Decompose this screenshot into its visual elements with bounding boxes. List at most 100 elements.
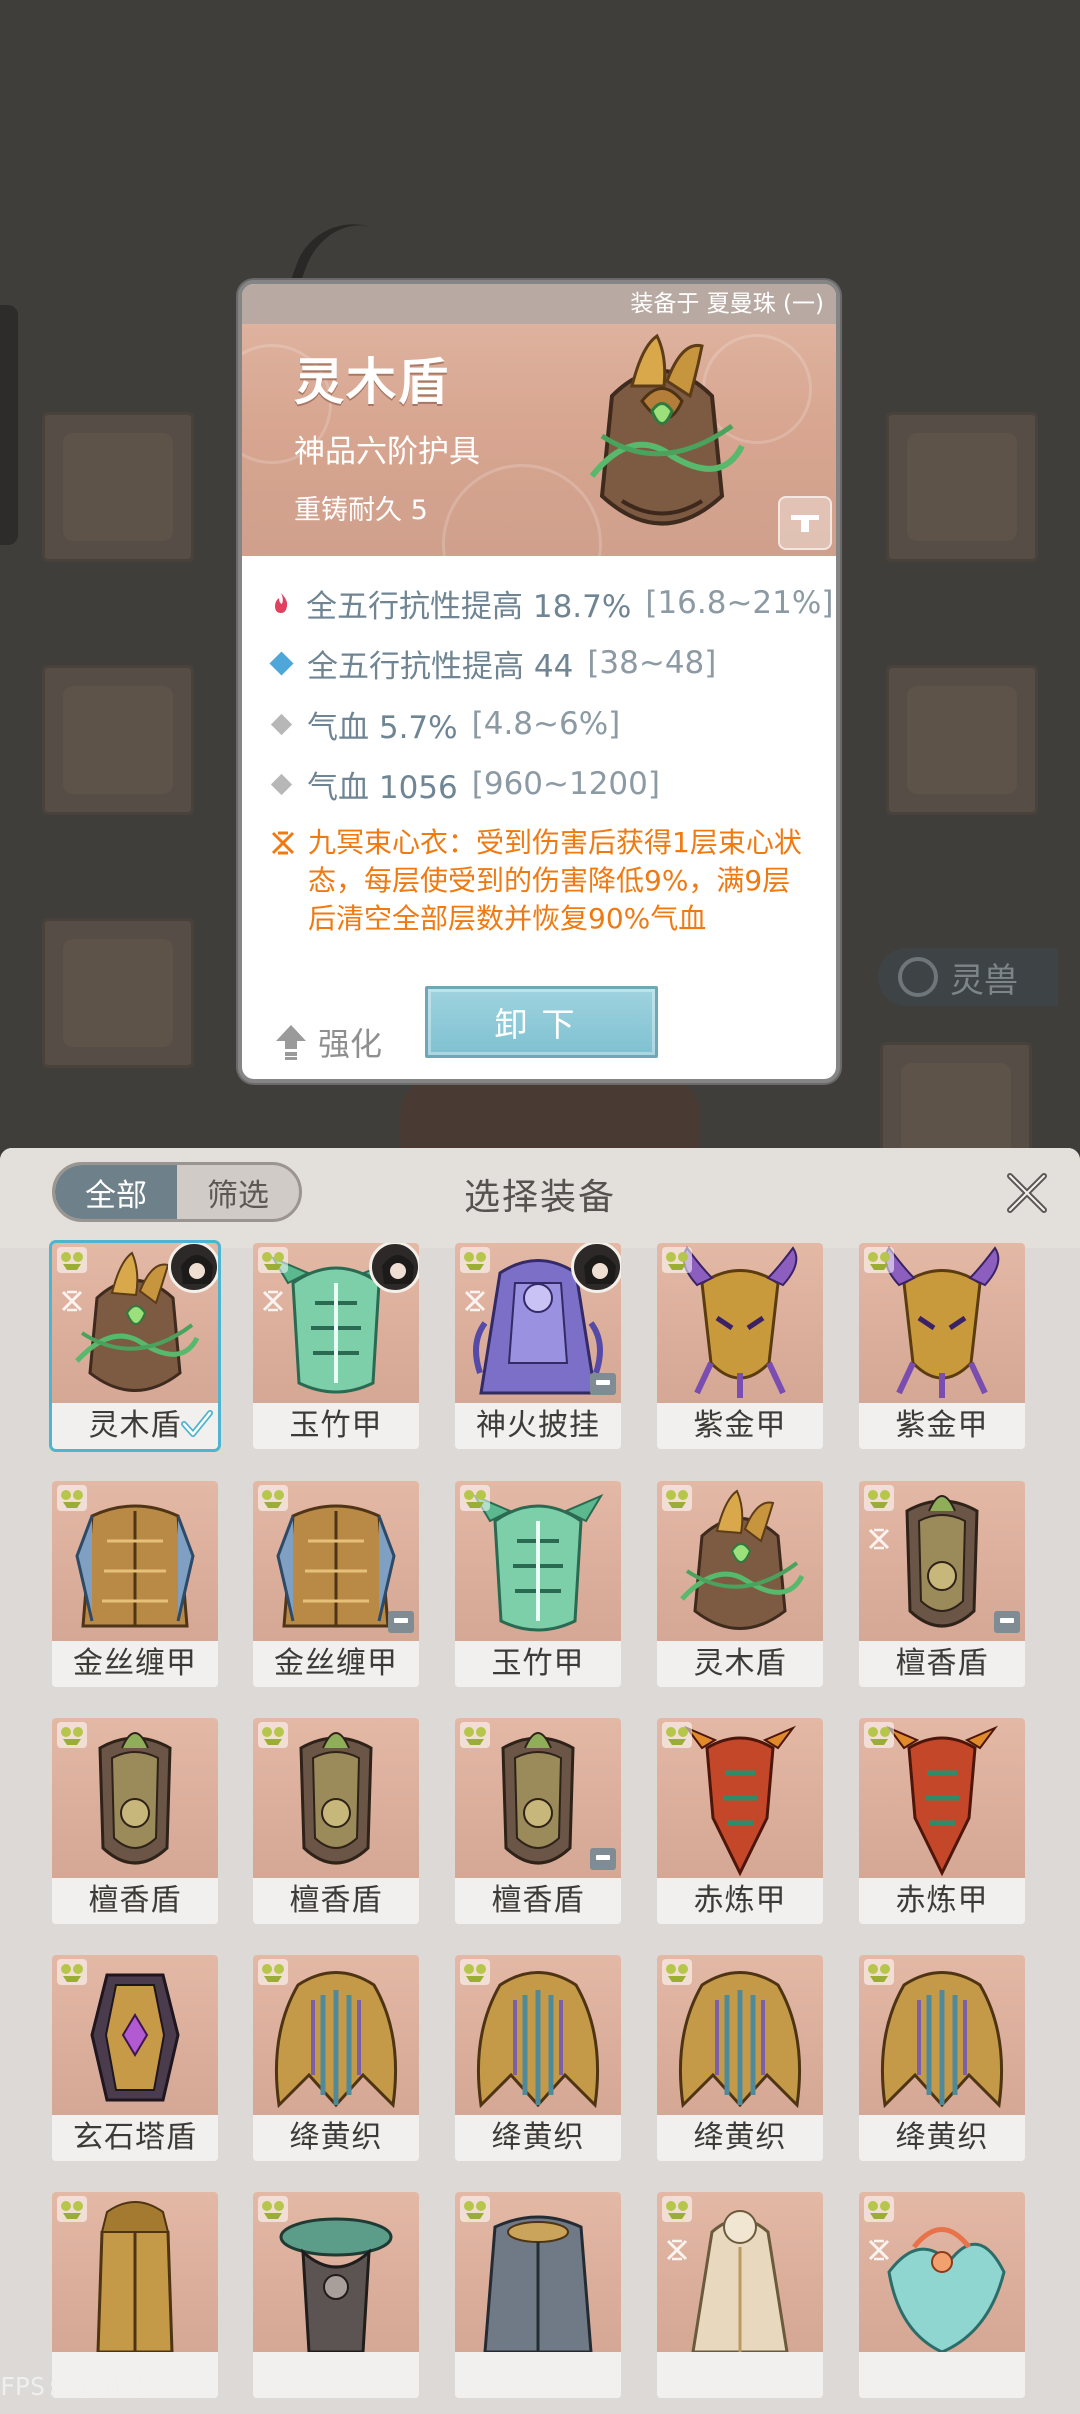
equipment-name: 灵木盾 [657, 1641, 823, 1687]
equipment-card[interactable]: 灵木盾 [49, 1240, 221, 1452]
equipment-name: 绛黄织 [253, 2115, 419, 2161]
equipment-name: 绛黄织 [859, 2115, 1025, 2161]
boots-slot [886, 665, 1038, 815]
rank-icon [258, 1247, 288, 1273]
equipment-card[interactable]: 绛黄织 [657, 1955, 823, 2161]
equipment-card[interactable]: 檀香盾 [253, 1718, 419, 1924]
stat-range: [38~48] [587, 645, 717, 681]
equipment-name: 金丝缠甲 [52, 1641, 218, 1687]
equipped-on-label: 装备于 夏曼珠 (一) [242, 284, 836, 324]
strengthen-label: 强化 [318, 1025, 383, 1063]
pet-tab-label: 灵兽 [950, 960, 1018, 1001]
rank-icon [662, 1722, 692, 1748]
lock-icon [590, 1848, 616, 1870]
equipment-card[interactable]: 玉竹甲 [455, 1481, 621, 1687]
character-robe [400, 1075, 700, 1155]
equipment-name: 檀香盾 [859, 1641, 1025, 1687]
unequip-button[interactable]: 卸下 [425, 986, 658, 1058]
equipment-name: 檀香盾 [52, 1878, 218, 1924]
item-header: 装备于 夏曼珠 (一) 灵木盾 神品六阶护具 重铸耐久 5 [242, 284, 836, 624]
strengthen-button[interactable]: 强化 [274, 1019, 382, 1065]
equipment-card[interactable]: 金丝缠甲 [52, 1481, 218, 1687]
equipment-card[interactable]: 檀香盾 [52, 1718, 218, 1924]
lock-button[interactable] [778, 496, 832, 550]
rank-icon [460, 1722, 490, 1748]
equipment-card[interactable]: 金丝缠甲 [253, 1481, 419, 1687]
equipment-card[interactable]: 紫金甲 [657, 1243, 823, 1449]
equipment-card[interactable]: 绛黄织 [253, 1955, 419, 2161]
rank-icon [460, 2196, 490, 2222]
rank-icon [864, 1959, 894, 1985]
unequip-label: 卸下 [494, 1005, 589, 1044]
panel-title: 选择装备 [463, 1177, 616, 1218]
upgrade-arrow-icon [276, 1025, 306, 1060]
equipment-name: 檀香盾 [455, 1878, 621, 1924]
equipment-card[interactable]: 玉竹甲 [253, 1243, 419, 1449]
equipment-name [253, 2352, 419, 2398]
equipment-name [657, 2352, 823, 2398]
rank-icon [460, 1485, 490, 1511]
owner-avatar [571, 1243, 621, 1293]
equipment-card[interactable] [859, 2192, 1025, 2398]
stat-range: [16.8~21%] [645, 585, 834, 621]
item-detail-card: 装备于 夏曼珠 (一) 灵木盾 神品六阶护具 重铸耐久 5 全五行抗性提高 18… [238, 280, 840, 1083]
rank-icon [57, 2196, 87, 2222]
equipment-card[interactable]: 紫金甲 [859, 1243, 1025, 1449]
rank-icon [662, 2196, 692, 2222]
equipment-card[interactable]: 玄石塔盾 [52, 1955, 218, 2161]
equipment-name: 绛黄织 [657, 2115, 823, 2161]
equipment-name: 紫金甲 [859, 1403, 1025, 1449]
checkmark-icon [181, 1410, 213, 1437]
weapon-slot [42, 412, 194, 562]
lock-icon [994, 1611, 1020, 1633]
equipment-card[interactable] [455, 2192, 621, 2398]
equipment-card[interactable]: 赤炼甲 [859, 1718, 1025, 1924]
equipment-card[interactable] [52, 2192, 218, 2398]
special-effect: 九冥束心衣：受到伤害后获得1层束心状态，每层使受到的伤害降低9%，满9层后清空全… [270, 824, 830, 938]
pet-tab: 灵兽 [878, 948, 1058, 1006]
equipment-card[interactable]: 绛黄织 [455, 1955, 621, 2161]
stat-row: 气血 1056 [960~1200] [270, 762, 660, 806]
rank-icon [258, 2196, 288, 2222]
equipment-card[interactable]: 檀香盾 [859, 1481, 1025, 1687]
equipment-card[interactable]: 灵木盾 [657, 1481, 823, 1687]
side-tab [0, 305, 18, 545]
owner-avatar [369, 1243, 419, 1293]
equipment-select-panel: 全部 筛选 选择装备 灵木盾 玉竹甲 神火披挂 紫金甲 紫金甲 金丝缠甲 金丝缠甲 玉竹甲 灵木… [0, 1148, 1080, 2414]
stat-label: 气血 5.7% [307, 709, 458, 746]
equipment-card[interactable] [657, 2192, 823, 2398]
rank-icon [258, 1722, 288, 1748]
equipment-card[interactable]: 绛黄织 [859, 1955, 1025, 2161]
fire-icon [275, 593, 288, 613]
item-grade: 神品六阶护具 [294, 434, 480, 470]
close-button[interactable] [996, 1162, 1058, 1224]
panel-header: 全部 筛选 选择装备 [0, 1148, 1080, 1248]
lock-icon [791, 515, 819, 532]
rank-icon [662, 1485, 692, 1511]
equipment-grid: 灵木盾 玉竹甲 神火披挂 紫金甲 紫金甲 金丝缠甲 金丝缠甲 玉竹甲 灵木盾 檀香盾 檀香盾 檀香盾檀… [0, 1240, 1080, 2398]
paw-icon [898, 957, 938, 997]
equipment-card[interactable]: 神火披挂 [455, 1243, 621, 1449]
rank-icon [864, 1485, 894, 1511]
stat-range: [4.8~6%] [471, 706, 621, 742]
stat-row: 气血 5.7% [4.8~6%] [270, 702, 620, 746]
lock-icon [388, 1611, 414, 1633]
rank-icon [57, 1959, 87, 1985]
equipment-name: 神火披挂 [455, 1403, 621, 1449]
rank-icon [258, 1485, 288, 1511]
rank-icon [57, 1247, 87, 1273]
rank-icon [460, 1959, 490, 1985]
equipment-name: 赤炼甲 [657, 1878, 823, 1924]
equipment-name: 赤炼甲 [859, 1878, 1025, 1924]
equipment-card[interactable]: 赤炼甲 [657, 1718, 823, 1924]
rank-icon [460, 1247, 490, 1273]
equipment-card[interactable] [253, 2192, 419, 2398]
gray-diamond-icon [270, 773, 293, 795]
rank-icon [864, 1722, 894, 1748]
special-effect-icon [868, 2239, 890, 2261]
special-effect-icon [271, 831, 295, 855]
equipment-card[interactable]: 檀香盾 [455, 1718, 621, 1924]
robe-slot [886, 412, 1038, 562]
rank-icon [864, 2196, 894, 2222]
equipment-name: 绛黄织 [455, 2115, 621, 2161]
